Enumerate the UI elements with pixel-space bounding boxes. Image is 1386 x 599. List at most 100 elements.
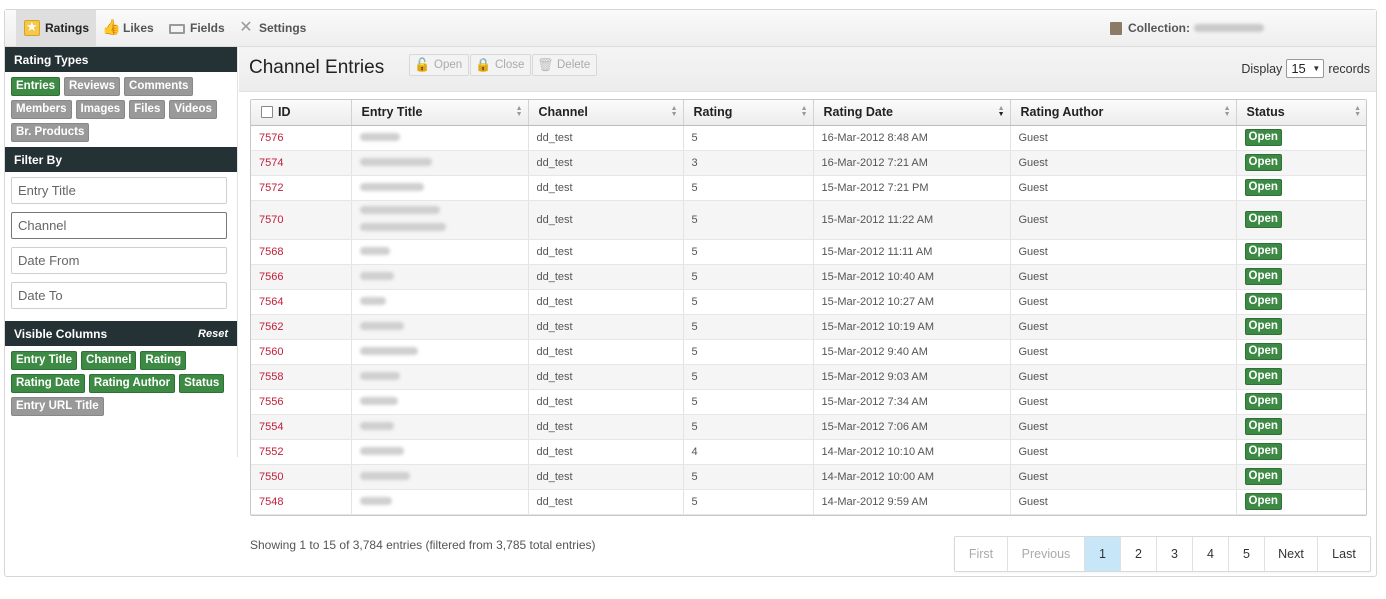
rating-type-comments[interactable]: Comments	[124, 77, 194, 96]
table-row[interactable]: 7576 dd_test 5 16-Mar-2012 8:48 AM Guest Open	[251, 125, 1366, 151]
next-page-button[interactable]: Next	[1265, 537, 1318, 571]
column-toggle-rating[interactable]: Rating	[140, 351, 187, 370]
open-button[interactable]: 🔓 Open	[409, 54, 470, 76]
tab-ratings[interactable]: Ratings	[16, 10, 96, 46]
delete-button[interactable]: 🗑 Delete	[532, 54, 598, 76]
entry-id-link[interactable]: 7554	[251, 414, 352, 440]
table-row[interactable]: 7552 dd_test 4 14-Mar-2012 10:10 AM Guest Ope…	[251, 439, 1366, 465]
close-button[interactable]: 🔒 Close	[470, 54, 532, 76]
status-badge[interactable]: Open	[1244, 179, 1282, 196]
entry-id-link[interactable]: 7550	[251, 464, 352, 490]
page-4-button[interactable]: 4	[1193, 537, 1229, 571]
status-badge[interactable]: Open	[1244, 418, 1282, 435]
entry-title-redacted[interactable]	[351, 364, 529, 390]
entry-id-link[interactable]: 7562	[251, 314, 352, 340]
entry-title-redacted[interactable]	[351, 264, 529, 290]
entry-title-redacted[interactable]	[351, 489, 529, 515]
status-badge[interactable]: Open	[1244, 211, 1282, 228]
rating-type-files[interactable]: Files	[129, 100, 166, 119]
column-header-status[interactable]: Status ▲ ▼	[1236, 100, 1366, 126]
column-toggle-rating-date[interactable]: Rating Date	[11, 374, 85, 393]
tab-fields[interactable]: Fields	[169, 10, 225, 46]
status-badge[interactable]: Open	[1244, 154, 1282, 171]
entry-title-redacted[interactable]	[351, 289, 529, 315]
date-to-filter[interactable]	[11, 282, 227, 309]
status-badge[interactable]: Open	[1244, 318, 1282, 335]
table-row[interactable]: 7560 dd_test 5 15-Mar-2012 9:40 AM Guest Open	[251, 339, 1366, 365]
rating-type-br-products[interactable]: Br. Products	[11, 123, 90, 142]
entry-title-redacted[interactable]	[351, 175, 529, 201]
status-badge[interactable]: Open	[1244, 129, 1282, 146]
entry-id-link[interactable]: 7552	[251, 439, 352, 465]
column-header-id[interactable]: ID	[251, 100, 352, 126]
entry-title-redacted[interactable]	[351, 200, 529, 240]
records-per-page-select[interactable]: 15 ▼	[1286, 59, 1325, 78]
last-page-button[interactable]: Last	[1318, 537, 1370, 571]
status-badge[interactable]: Open	[1244, 443, 1282, 460]
page-5-button[interactable]: 5	[1229, 537, 1265, 571]
entry-title-redacted[interactable]	[351, 239, 529, 265]
channel-filter[interactable]	[11, 212, 227, 239]
tab-likes[interactable]: 👍 Likes	[102, 10, 154, 46]
status-badge[interactable]: Open	[1244, 393, 1282, 410]
status-badge[interactable]: Open	[1244, 268, 1282, 285]
column-header-rating-date[interactable]: Rating Date ▲ ▼	[813, 100, 1011, 126]
collection-indicator[interactable]: Collection:	[1110, 10, 1264, 46]
table-row[interactable]: 7550 dd_test 5 14-Mar-2012 10:00 AM Guest Ope…	[251, 464, 1366, 490]
status-badge[interactable]: Open	[1244, 493, 1282, 510]
entry-title-redacted[interactable]	[351, 339, 529, 365]
column-toggle-channel[interactable]: Channel	[81, 351, 137, 370]
entry-id-link[interactable]: 7548	[251, 489, 352, 515]
entry-title-redacted[interactable]	[351, 414, 529, 440]
entry-title-redacted[interactable]	[351, 314, 529, 340]
rating-type-videos[interactable]: Videos	[169, 100, 217, 119]
column-toggle-entry-url-title[interactable]: Entry URL Title	[11, 397, 104, 416]
entry-id-link[interactable]: 7568	[251, 239, 352, 265]
table-row[interactable]: 7568 dd_test 5 15-Mar-2012 11:11 AM Guest Ope…	[251, 239, 1366, 265]
entry-title-redacted[interactable]	[351, 389, 529, 415]
first-page-button[interactable]: First	[955, 537, 1008, 571]
table-row[interactable]: 7572 dd_test 5 15-Mar-2012 7:21 PM Guest Open	[251, 175, 1366, 201]
table-row[interactable]: 7566 dd_test 5 15-Mar-2012 10:40 AM Guest Ope…	[251, 264, 1366, 290]
table-row[interactable]: 7564 dd_test 5 15-Mar-2012 10:27 AM Guest Ope…	[251, 289, 1366, 315]
entry-id-link[interactable]: 7574	[251, 150, 352, 176]
rating-type-images[interactable]: Images	[75, 100, 126, 119]
entry-id-link[interactable]: 7576	[251, 125, 352, 151]
entry-title-redacted[interactable]	[351, 125, 529, 151]
page-1-button[interactable]: 1	[1085, 537, 1121, 571]
date-from-filter[interactable]	[11, 247, 227, 274]
select-all-checkbox[interactable]	[261, 106, 273, 119]
status-badge[interactable]: Open	[1244, 343, 1282, 360]
rating-type-members[interactable]: Members	[11, 100, 72, 119]
column-toggle-status[interactable]: Status	[179, 374, 225, 393]
rating-type-entries[interactable]: Entries	[11, 77, 60, 96]
entry-title-redacted[interactable]	[351, 439, 529, 465]
table-row[interactable]: 7548 dd_test 5 14-Mar-2012 9:59 AM Guest Open	[251, 489, 1366, 515]
entry-id-link[interactable]: 7560	[251, 339, 352, 365]
status-badge[interactable]: Open	[1244, 243, 1282, 260]
column-toggle-entry-title[interactable]: Entry Title	[11, 351, 78, 370]
page-2-button[interactable]: 2	[1121, 537, 1157, 571]
tab-settings[interactable]: ✕ Settings	[238, 10, 306, 46]
entry-title-redacted[interactable]	[351, 464, 529, 490]
rating-type-reviews[interactable]: Reviews	[64, 77, 121, 96]
status-badge[interactable]: Open	[1244, 368, 1282, 385]
column-header-entry-title[interactable]: Entry Title ▲ ▼	[351, 100, 529, 126]
entry-id-link[interactable]: 7572	[251, 175, 352, 201]
entry-id-link[interactable]: 7566	[251, 264, 352, 290]
reset-columns-link[interactable]: Reset	[198, 328, 228, 340]
page-3-button[interactable]: 3	[1157, 537, 1193, 571]
table-row[interactable]: 7574 dd_test 3 16-Mar-2012 7:21 AM Guest Open	[251, 150, 1366, 176]
previous-page-button[interactable]: Previous	[1008, 537, 1085, 571]
status-badge[interactable]: Open	[1244, 293, 1282, 310]
table-row[interactable]: 7570 dd_test 5 15-Mar-2012 11:22 AM Guest Ope…	[251, 200, 1366, 240]
table-row[interactable]: 7556 dd_test 5 15-Mar-2012 7:34 AM Guest Open	[251, 389, 1366, 415]
table-row[interactable]: 7554 dd_test 5 15-Mar-2012 7:06 AM Guest Open	[251, 414, 1366, 440]
table-row[interactable]: 7562 dd_test 5 15-Mar-2012 10:19 AM Guest Ope…	[251, 314, 1366, 340]
entry-id-link[interactable]: 7564	[251, 289, 352, 315]
column-toggle-rating-author[interactable]: Rating Author	[88, 374, 176, 393]
table-row[interactable]: 7558 dd_test 5 15-Mar-2012 9:03 AM Guest Open	[251, 364, 1366, 390]
column-header-rating[interactable]: Rating ▲ ▼	[683, 100, 814, 126]
entry-id-link[interactable]: 7556	[251, 389, 352, 415]
column-header-channel[interactable]: Channel ▲ ▼	[528, 100, 684, 126]
